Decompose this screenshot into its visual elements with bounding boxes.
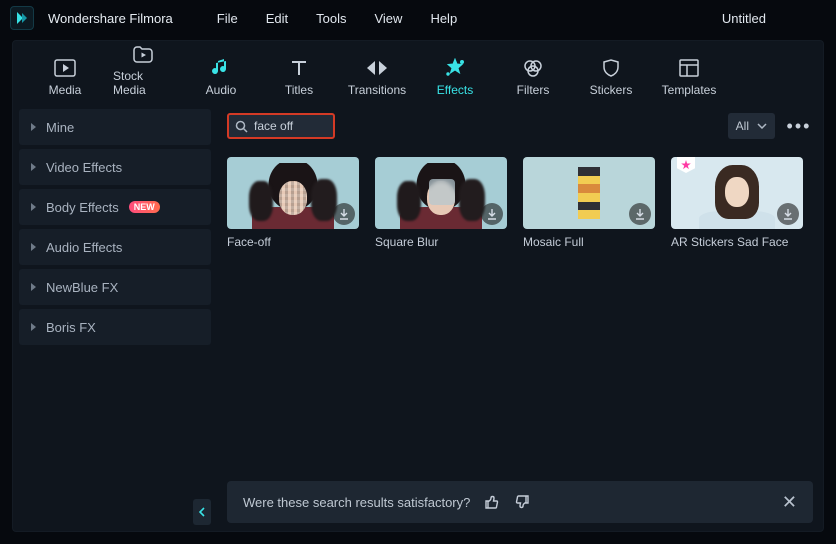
thumbs-up-button[interactable] — [484, 494, 500, 510]
tab-label: Stock Media — [113, 69, 173, 97]
effect-thumbnail — [523, 157, 655, 229]
chevron-down-icon — [757, 123, 767, 129]
ar-badge-icon — [677, 157, 695, 173]
search-box[interactable] — [227, 113, 335, 139]
filters-icon — [522, 57, 544, 79]
tab-label: Templates — [662, 83, 717, 97]
transitions-icon — [366, 57, 388, 79]
tab-label: Effects — [437, 83, 473, 97]
download-icon[interactable] — [777, 203, 799, 225]
tab-label: Filters — [517, 83, 550, 97]
download-icon[interactable] — [333, 203, 355, 225]
tab-label: Media — [49, 83, 82, 97]
tab-templates[interactable]: Templates — [659, 57, 719, 103]
sidebar-item-video-effects[interactable]: Video Effects — [19, 149, 211, 185]
effect-label: AR Stickers Sad Face — [671, 235, 803, 249]
project-title[interactable]: Untitled — [722, 11, 766, 26]
app-logo — [10, 6, 34, 30]
tab-label: Stickers — [590, 83, 633, 97]
tab-label: Titles — [285, 83, 313, 97]
stickers-icon — [600, 57, 622, 79]
effect-card-square-blur[interactable]: Square Blur — [375, 157, 507, 249]
sidebar-item-newblue-fx[interactable]: NewBlue FX — [19, 269, 211, 305]
sidebar-item-label: Audio Effects — [46, 240, 122, 255]
close-button[interactable]: ✕ — [782, 492, 797, 513]
menu-file[interactable]: File — [217, 11, 238, 26]
chevron-right-icon — [31, 323, 36, 331]
tab-filters[interactable]: Filters — [503, 57, 563, 103]
effect-thumbnail — [671, 157, 803, 229]
effect-card-face-off[interactable]: Face-off — [227, 157, 359, 249]
content-frame: Media Stock Media Audio Titles Transitio… — [12, 40, 824, 532]
sidebar-item-mine[interactable]: Mine — [19, 109, 211, 145]
menu-edit[interactable]: Edit — [266, 11, 288, 26]
download-icon[interactable] — [629, 203, 651, 225]
chevron-right-icon — [31, 243, 36, 251]
chevron-right-icon — [31, 123, 36, 131]
results-grid: Face-off Square Blur Mosaic Full — [227, 157, 813, 249]
tab-transitions[interactable]: Transitions — [347, 57, 407, 103]
chevron-right-icon — [31, 163, 36, 171]
effects-icon — [444, 57, 466, 79]
menu-bar: File Edit Tools View Help — [217, 11, 457, 26]
templates-icon — [678, 57, 700, 79]
tab-audio[interactable]: Audio — [191, 57, 251, 103]
results-toolbar: All ••• — [227, 109, 813, 143]
media-icon — [54, 57, 76, 79]
stock-media-icon — [132, 43, 154, 65]
sidebar-item-label: Boris FX — [46, 320, 96, 335]
more-button[interactable]: ••• — [785, 113, 813, 139]
audio-icon — [210, 57, 232, 79]
download-icon[interactable] — [481, 203, 503, 225]
filter-label: All — [736, 119, 749, 133]
tab-label: Transitions — [348, 83, 406, 97]
tab-stock-media[interactable]: Stock Media — [113, 43, 173, 103]
menu-tools[interactable]: Tools — [316, 11, 346, 26]
sidebar-item-label: NewBlue FX — [46, 280, 118, 295]
tab-stickers[interactable]: Stickers — [581, 57, 641, 103]
sidebar-item-label: Mine — [46, 120, 74, 135]
effects-sidebar: Mine Video Effects Body Effects NEW Audi… — [13, 103, 217, 531]
search-icon — [235, 120, 248, 133]
collapse-sidebar-button[interactable] — [193, 499, 211, 525]
tab-effects[interactable]: Effects — [425, 57, 485, 103]
sidebar-item-label: Body Effects — [46, 200, 119, 215]
feedback-bar: Were these search results satisfactory? … — [227, 481, 813, 523]
effect-card-ar-sad-face[interactable]: AR Stickers Sad Face — [671, 157, 803, 249]
tab-titles[interactable]: Titles — [269, 57, 329, 103]
thumbs-down-button[interactable] — [514, 494, 530, 510]
search-input[interactable] — [254, 119, 324, 133]
chevron-right-icon — [31, 283, 36, 291]
feedback-prompt: Were these search results satisfactory? — [243, 495, 470, 510]
sidebar-item-label: Video Effects — [46, 160, 122, 175]
titles-icon — [288, 57, 310, 79]
effect-label: Square Blur — [375, 235, 507, 249]
chevron-right-icon — [31, 203, 36, 211]
sidebar-item-audio-effects[interactable]: Audio Effects — [19, 229, 211, 265]
titlebar: Wondershare Filmora File Edit Tools View… — [0, 0, 836, 36]
sidebar-item-boris-fx[interactable]: Boris FX — [19, 309, 211, 345]
filter-dropdown[interactable]: All — [728, 113, 775, 139]
effect-label: Mosaic Full — [523, 235, 655, 249]
effect-thumbnail — [227, 157, 359, 229]
new-badge: NEW — [129, 201, 160, 213]
effect-card-mosaic-full[interactable]: Mosaic Full — [523, 157, 655, 249]
category-tabs: Media Stock Media Audio Titles Transitio… — [13, 41, 823, 103]
results-panel: All ••• Face-off — [217, 103, 823, 531]
menu-help[interactable]: Help — [430, 11, 457, 26]
effect-thumbnail — [375, 157, 507, 229]
effect-label: Face-off — [227, 235, 359, 249]
sidebar-item-body-effects[interactable]: Body Effects NEW — [19, 189, 211, 225]
app-name: Wondershare Filmora — [48, 11, 173, 26]
menu-view[interactable]: View — [374, 11, 402, 26]
tab-media[interactable]: Media — [35, 57, 95, 103]
tab-label: Audio — [206, 83, 237, 97]
